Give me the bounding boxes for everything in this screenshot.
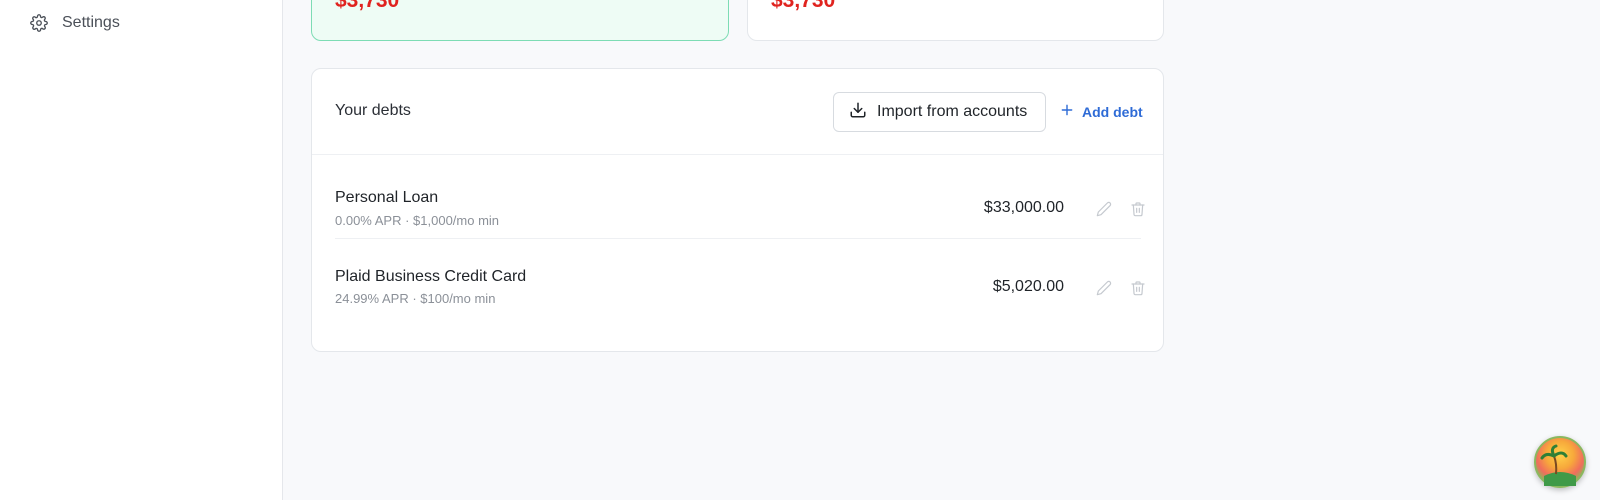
debt-meta: 24.99% APR · $100/mo min [335, 291, 496, 306]
assistant-avatar-button[interactable] [1534, 436, 1586, 488]
debts-title: Your debts [335, 102, 411, 119]
import-button-label: Import from accounts [877, 103, 1028, 120]
import-from-accounts-button[interactable]: Import from accounts [833, 92, 1046, 132]
trash-icon[interactable] [1129, 200, 1147, 218]
summary-card: $3,730 [747, 0, 1164, 41]
sidebar-item-settings[interactable]: Settings [30, 11, 120, 35]
trash-icon[interactable] [1129, 279, 1147, 297]
add-debt-label: Add debt [1082, 104, 1143, 120]
debt-name: Plaid Business Credit Card [335, 268, 527, 285]
pencil-icon[interactable] [1095, 279, 1113, 297]
debt-row: Plaid Business Credit Card 24.99% APR · … [335, 240, 1145, 323]
debt-name: Personal Loan [335, 189, 439, 206]
summary-amount: $3,730 [335, 0, 400, 12]
debt-amount: $5,020.00 [992, 278, 1064, 295]
summary-card: $3,730 [311, 0, 729, 41]
plus-icon [1060, 103, 1074, 122]
debt-amount: $33,000.00 [983, 199, 1064, 216]
palm-tree-icon [1540, 444, 1576, 486]
summary-amount: $3,730 [771, 0, 836, 12]
sidebar-item-label: Settings [62, 14, 120, 31]
add-debt-button[interactable]: Add debt [1060, 101, 1143, 123]
gear-icon [30, 14, 48, 32]
debt-meta: 0.00% APR · $1,000/mo min [335, 213, 500, 228]
debt-row: Personal Loan 0.00% APR · $1,000/mo min … [335, 156, 1145, 239]
sidebar: Settings [0, 0, 283, 500]
debts-header: Your debts Import from accounts Add debt [312, 69, 1163, 155]
download-icon [849, 101, 867, 124]
debts-card: Your debts Import from accounts Add debt [311, 68, 1164, 352]
pencil-icon[interactable] [1095, 200, 1113, 218]
